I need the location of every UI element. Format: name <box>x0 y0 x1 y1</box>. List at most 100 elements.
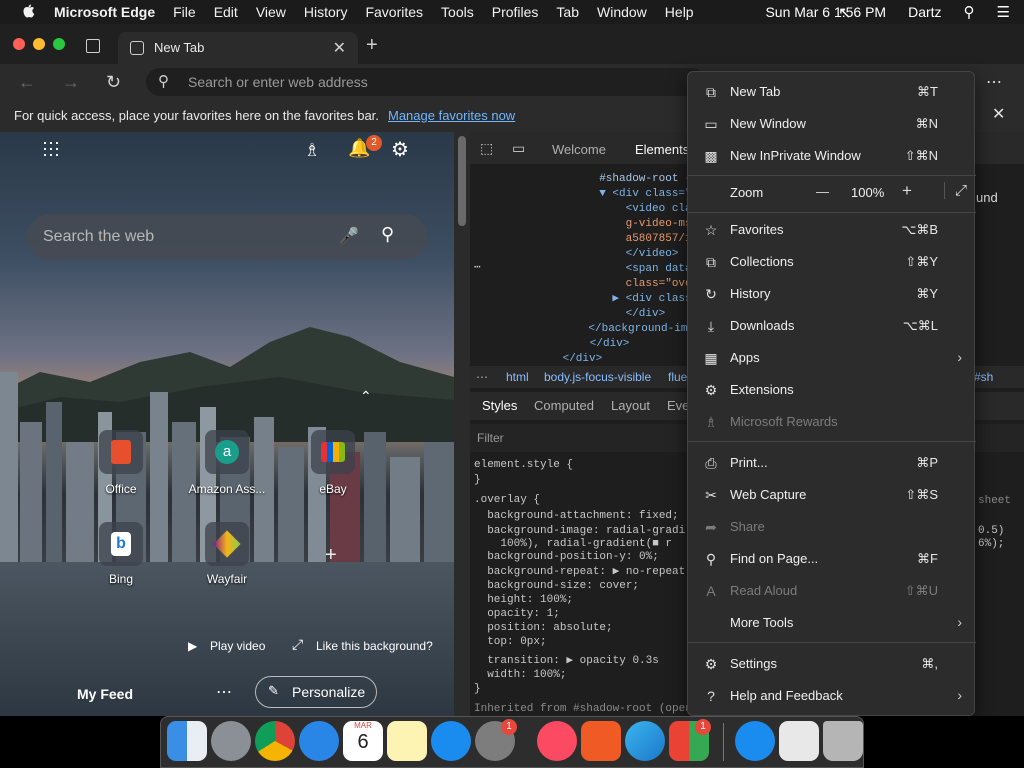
menu-item-new-tab[interactable]: ⧉ New Tab ⌘T <box>688 77 976 107</box>
tab-actions-icon[interactable] <box>86 39 100 53</box>
menu-item-new-window[interactable]: ▭ New Window ⌘N <box>688 109 976 139</box>
dom-line[interactable]: class="ove <box>586 277 692 292</box>
dom-line[interactable]: <span data <box>586 262 692 277</box>
css-line[interactable]: .overlay { <box>474 493 540 508</box>
css-line[interactable]: background-position-y: 0%; <box>474 550 659 565</box>
forward-icon[interactable]: → <box>62 72 80 93</box>
add-tile-icon[interactable]: + <box>325 544 337 567</box>
like-background-link[interactable]: Like this background? <box>316 639 433 653</box>
trash-icon[interactable] <box>823 721 863 761</box>
dom-line[interactable]: #shadow-root ( <box>586 172 691 187</box>
css-line[interactable]: top: 0px; <box>474 635 546 650</box>
menu-item-inprivate[interactable]: ▩ New InPrivate Window ⇧⌘N <box>688 141 976 171</box>
fullscreen-icon[interactable]: ⤢ <box>944 182 967 199</box>
dom-ellipsis-icon[interactable]: ⋯ <box>474 260 481 274</box>
edge-icon[interactable] <box>625 721 665 761</box>
tile-ebay[interactable] <box>311 430 355 474</box>
css-line[interactable]: background-repeat: ▶ no-repeat <box>474 565 685 580</box>
css-line[interactable]: background-attachment: fixed; <box>474 509 678 524</box>
device-toolbar-icon[interactable]: ▭ <box>512 140 525 157</box>
tab-computed[interactable]: Computed <box>534 398 594 413</box>
notes-icon[interactable] <box>387 721 427 761</box>
menu-item-find-on-page[interactable]: ⚲ Find on Page... ⌘F <box>688 544 976 574</box>
css-line[interactable]: element.style { <box>474 458 573 473</box>
menu-help[interactable]: Help <box>665 4 694 20</box>
devtools-tab-elements[interactable]: Elements <box>635 142 689 157</box>
search-submit-icon[interactable]: ⚲ <box>381 224 394 245</box>
menu-item-help-and-feedback[interactable]: ? Help and Feedback › <box>688 681 976 711</box>
app-store-download-icon[interactable] <box>735 721 775 761</box>
css-line[interactable]: opacity: 1; <box>474 607 560 622</box>
menu-item-more-tools[interactable]: More Tools › <box>688 608 976 638</box>
app-store-icon[interactable] <box>431 721 471 761</box>
menu-item-apps[interactable]: ▦ Apps › <box>688 343 976 373</box>
menu-view[interactable]: View <box>256 4 286 20</box>
menu-history[interactable]: History <box>304 4 348 20</box>
apple-logo-icon[interactable] <box>18 4 40 20</box>
menu-item-print[interactable]: ⎙ Print... ⌘P <box>688 448 976 478</box>
finder-icon[interactable] <box>167 721 207 761</box>
personalize-button[interactable]: ✎ Personalize <box>255 676 377 708</box>
music-icon[interactable] <box>537 721 577 761</box>
tile-bing[interactable]: b <box>99 522 143 566</box>
maximize-window-button[interactable] <box>53 38 65 50</box>
spotlight-search-icon[interactable]: ⚲ <box>964 3 975 21</box>
menu-item-history[interactable]: ↻ History ⌘Y <box>688 279 976 309</box>
menu-favorites[interactable]: Favorites <box>365 4 423 20</box>
play-video-link[interactable]: Play video <box>210 639 265 653</box>
css-line[interactable]: transition: ▶ opacity 0.3s <box>474 654 659 669</box>
menu-file[interactable]: File <box>173 4 196 20</box>
safari-icon[interactable] <box>299 721 339 761</box>
menu-tab[interactable]: Tab <box>556 4 579 20</box>
settings-and-more-button[interactable]: ⋯ <box>986 72 1002 92</box>
menu-item-microsoft-rewards[interactable]: ♗ Microsoft Rewards <box>688 407 976 437</box>
brave-icon[interactable] <box>581 721 621 761</box>
scrollbar-thumb[interactable] <box>458 136 466 226</box>
dom-line[interactable]: </div> <box>556 352 603 367</box>
menu-item-read-aloud[interactable]: A Read Aloud ⇧⌘U <box>688 576 976 606</box>
expand-arrow-icon[interactable]: ⤢ <box>292 636 303 653</box>
play-icon[interactable]: ▶ <box>188 639 197 653</box>
dom-line[interactable]: </background-ima <box>562 322 694 337</box>
menu-tools[interactable]: Tools <box>441 4 474 20</box>
css-line[interactable]: width: 100%; <box>474 668 566 683</box>
minimize-window-button[interactable] <box>33 38 45 50</box>
dom-line[interactable]: </div> <box>570 337 630 352</box>
css-line[interactable]: } <box>474 682 481 697</box>
menu-edit[interactable]: Edit <box>214 4 238 20</box>
microphone-icon[interactable]: 🎤 <box>339 226 359 246</box>
clock[interactable]: Sun Mar 6 1:56 PM <box>765 4 886 20</box>
manage-favorites-link[interactable]: Manage favorites now <box>388 108 515 123</box>
menu-item-favorites[interactable]: ☆ Favorites ⌥⌘B <box>688 215 976 245</box>
back-icon[interactable]: ← <box>18 72 36 93</box>
calendar-icon[interactable]: MAR 6 <box>343 721 383 761</box>
dom-line[interactable]: g-video-ms <box>586 217 692 232</box>
chrome-icon[interactable] <box>255 721 295 761</box>
tile-wayfair[interactable] <box>205 522 249 566</box>
breadcrumb-item[interactable]: body.js-focus-visible <box>544 370 651 384</box>
menu-item-web-capture[interactable]: ✂ Web Capture ⇧⌘S <box>688 480 976 510</box>
dom-line[interactable]: a5807857/1 <box>586 232 692 247</box>
more-options-icon[interactable]: ⋯ <box>216 682 232 702</box>
new-tab-button[interactable]: + <box>366 34 378 57</box>
web-search-box[interactable]: Search the web 🎤 ⚲ <box>27 214 427 260</box>
collapse-chevron-icon[interactable]: ⌃ <box>360 388 372 405</box>
page-scrollbar[interactable] <box>454 132 470 716</box>
tab-layout[interactable]: Layout <box>611 398 650 413</box>
menu-item-collections[interactable]: ⧉ Collections ⇧⌘Y <box>688 247 976 277</box>
breadcrumb-ellipsis-icon[interactable]: ⋯ <box>476 370 488 384</box>
user-name[interactable]: Dartz <box>908 4 941 20</box>
menu-app-name[interactable]: Microsoft Edge <box>54 4 155 20</box>
downloads-stack-icon[interactable] <box>779 721 819 761</box>
address-bar[interactable]: ⚲ Search or enter web address <box>146 68 706 96</box>
rewards-icon[interactable]: ♗ <box>304 140 320 161</box>
settings-gear-icon[interactable]: ⚙ <box>391 137 409 162</box>
tile-office[interactable] <box>99 430 143 474</box>
tile-amazon-assistant[interactable]: a <box>205 430 249 474</box>
css-line[interactable]: background-size: cover; <box>474 579 639 594</box>
tab-new-tab[interactable]: New Tab ✕ <box>118 32 358 64</box>
launchpad-icon[interactable] <box>211 721 251 761</box>
breadcrumb-item[interactable]: flue <box>668 370 687 384</box>
menu-item-extensions[interactable]: ⚙ Extensions <box>688 375 976 405</box>
menu-item-share[interactable]: ➦ Share <box>688 512 976 542</box>
